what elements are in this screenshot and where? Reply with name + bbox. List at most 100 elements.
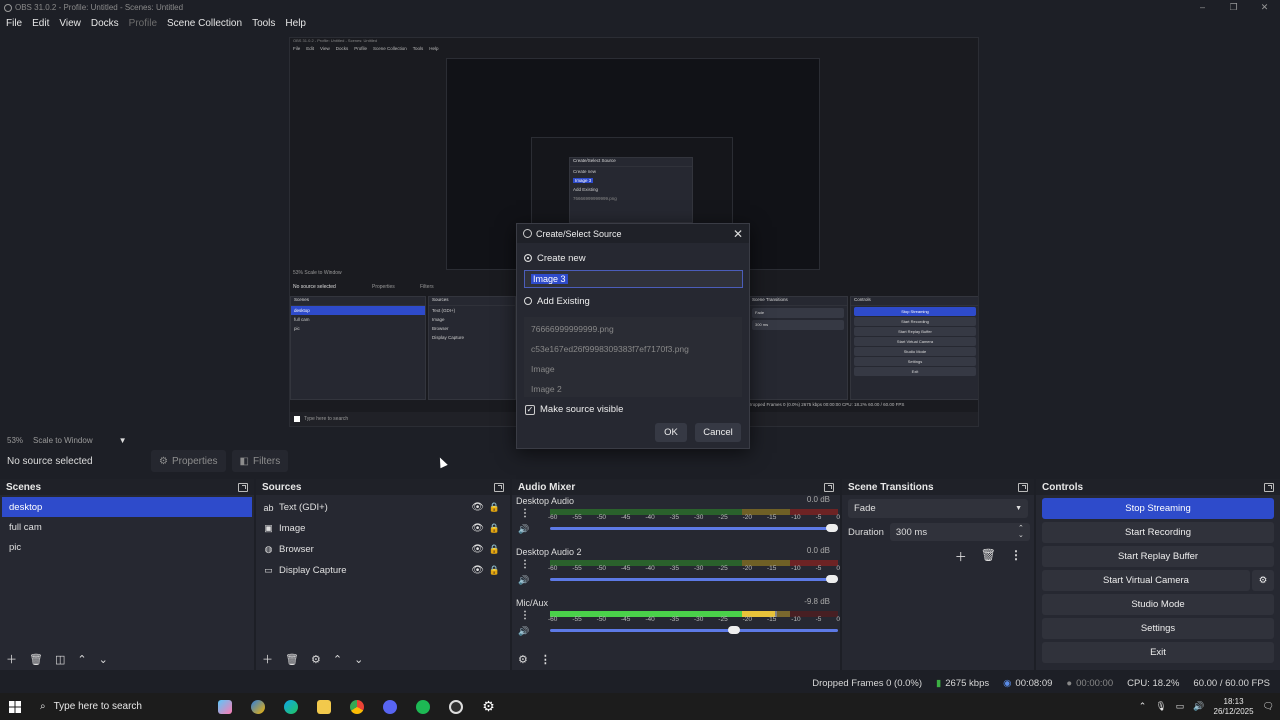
- studio-mode-button[interactable]: Studio Mode: [1042, 594, 1274, 615]
- make-visible-option[interactable]: ✓ Make source visible: [525, 404, 749, 415]
- taskbar-search[interactable]: ⌕ Type here to search: [30, 693, 208, 720]
- filters-button[interactable]: ◧ Filters: [231, 450, 289, 472]
- lock-icon[interactable]: 🔒: [489, 544, 500, 555]
- edge-icon[interactable]: [274, 693, 307, 720]
- spotify-icon[interactable]: [406, 693, 439, 720]
- volume-knob[interactable]: [728, 626, 741, 634]
- volume-slider[interactable]: [550, 575, 838, 583]
- transition-select[interactable]: Fade ▼: [848, 499, 1028, 518]
- cancel-button[interactable]: Cancel: [695, 423, 741, 442]
- stop-streaming-button[interactable]: Stop Streaming: [1042, 498, 1274, 519]
- properties-button[interactable]: ⚙ Properties: [151, 450, 226, 472]
- volume-slider[interactable]: [550, 524, 838, 532]
- ok-button[interactable]: OK: [655, 423, 687, 442]
- source-item[interactable]: ▭ Display Capture 👁 🔒: [256, 560, 510, 581]
- windows-start-icon[interactable]: [0, 693, 30, 720]
- lock-icon[interactable]: 🔒: [489, 565, 500, 576]
- menu-tools[interactable]: Tools: [252, 18, 275, 29]
- mixer-menu-icon[interactable]: ⋮: [540, 653, 551, 666]
- minimize-button[interactable]: –: [1187, 0, 1218, 14]
- scene-filters-icon[interactable]: ◫: [55, 653, 65, 666]
- move-up-icon[interactable]: ⌃: [77, 653, 86, 666]
- undock-icon[interactable]: [1264, 482, 1274, 492]
- channel-menu-icon[interactable]: ⋮: [520, 559, 530, 570]
- speaker-icon[interactable]: 🔊: [518, 524, 529, 535]
- file-explorer-icon[interactable]: [307, 693, 340, 720]
- close-window-button[interactable]: ✕: [1249, 0, 1280, 14]
- notification-icon[interactable]: 🗨: [1263, 701, 1274, 712]
- menu-profile[interactable]: Profile: [129, 18, 157, 29]
- remove-source-icon[interactable]: 🗑: [285, 653, 299, 666]
- undock-icon[interactable]: [824, 482, 834, 492]
- source-name-input[interactable]: Image 3: [524, 270, 743, 288]
- advanced-audio-icon[interactable]: ⚙: [518, 653, 528, 666]
- source-item[interactable]: ◍ Browser 👁 🔒: [256, 539, 510, 560]
- menu-view[interactable]: View: [59, 18, 81, 29]
- undock-icon[interactable]: [494, 482, 504, 492]
- source-properties-icon[interactable]: ⚙: [311, 653, 321, 666]
- scene-item-desktop[interactable]: desktop: [2, 497, 252, 517]
- existing-source-item[interactable]: Image 2: [524, 379, 742, 399]
- microphone-icon[interactable]: 🎙: [1155, 701, 1166, 712]
- scale-dropdown-icon[interactable]: ▼: [119, 436, 127, 445]
- copilot-icon[interactable]: [241, 693, 274, 720]
- widgets-icon[interactable]: [208, 693, 241, 720]
- move-down-icon[interactable]: ⌄: [99, 653, 108, 666]
- existing-source-item[interactable]: 76666999999999.png: [524, 319, 742, 339]
- existing-source-item[interactable]: c53e167ed26f9998309383f7ef7170f3.png: [524, 339, 742, 359]
- menu-edit[interactable]: Edit: [32, 18, 49, 29]
- add-existing-option[interactable]: Add Existing: [517, 291, 749, 311]
- maximize-button[interactable]: ❐: [1218, 0, 1249, 14]
- radio-create-new[interactable]: [524, 254, 532, 262]
- start-recording-button[interactable]: Start Recording: [1042, 522, 1274, 543]
- volume-knob[interactable]: [826, 524, 838, 532]
- add-scene-icon[interactable]: ＋: [6, 651, 17, 667]
- existing-source-item[interactable]: Image: [524, 359, 742, 379]
- undock-icon[interactable]: [238, 482, 248, 492]
- eye-icon[interactable]: 👁: [471, 502, 484, 513]
- move-down-icon[interactable]: ⌄: [354, 653, 363, 666]
- channel-menu-icon[interactable]: ⋮: [520, 610, 530, 621]
- radio-add-existing[interactable]: [524, 297, 532, 305]
- spin-icon[interactable]: ⌃ ⌄: [1018, 525, 1024, 539]
- create-new-option[interactable]: Create new: [517, 248, 749, 268]
- duration-input[interactable]: 300 ms ⌃ ⌄: [889, 523, 1030, 541]
- network-icon[interactable]: ▭: [1176, 701, 1185, 712]
- obs-taskbar-icon[interactable]: [439, 693, 472, 720]
- source-item[interactable]: ▣ Image 👁 🔒: [256, 518, 510, 539]
- clock[interactable]: 18:13 26/12/2025: [1214, 697, 1254, 717]
- move-up-icon[interactable]: ⌃: [333, 653, 342, 666]
- channel-menu-icon[interactable]: ⋮: [520, 508, 530, 519]
- eye-icon[interactable]: 👁: [471, 544, 484, 555]
- add-source-icon[interactable]: ＋: [262, 651, 273, 667]
- close-icon[interactable]: ✕: [733, 227, 743, 241]
- volume-slider[interactable]: [550, 626, 838, 634]
- menu-scene-collection[interactable]: Scene Collection: [167, 18, 242, 29]
- discord-icon[interactable]: [373, 693, 406, 720]
- virtual-camera-settings-icon[interactable]: ⚙: [1252, 570, 1274, 591]
- volume-icon[interactable]: 🔊: [1193, 701, 1204, 712]
- remove-transition-icon[interactable]: 🗑: [981, 548, 996, 565]
- menu-docks[interactable]: Docks: [91, 18, 119, 29]
- chrome-icon[interactable]: [340, 693, 373, 720]
- lock-icon[interactable]: 🔒: [489, 502, 500, 513]
- undock-icon[interactable]: [1018, 482, 1028, 492]
- start-replay-buffer-button[interactable]: Start Replay Buffer: [1042, 546, 1274, 567]
- start-virtual-camera-button[interactable]: Start Virtual Camera: [1042, 570, 1250, 591]
- speaker-icon[interactable]: 🔊: [518, 575, 529, 586]
- add-transition-icon[interactable]: ＋: [955, 548, 967, 565]
- settings-button[interactable]: Settings: [1042, 618, 1274, 639]
- volume-knob[interactable]: [826, 575, 838, 583]
- exit-button[interactable]: Exit: [1042, 642, 1274, 663]
- checkbox-checked-icon[interactable]: ✓: [525, 404, 535, 415]
- scene-item-pic[interactable]: pic: [2, 537, 252, 557]
- remove-scene-icon[interactable]: 🗑: [29, 653, 43, 666]
- lock-icon[interactable]: 🔒: [489, 523, 500, 534]
- eye-icon[interactable]: 👁: [471, 523, 484, 534]
- scene-item-full-cam[interactable]: full cam: [2, 517, 252, 537]
- menu-help[interactable]: Help: [285, 18, 306, 29]
- settings-gear-icon[interactable]: ⚙: [472, 693, 505, 720]
- transition-menu-icon[interactable]: ⋮: [1010, 548, 1022, 565]
- scale-mode[interactable]: Scale to Window: [33, 436, 93, 445]
- speaker-icon[interactable]: 🔊: [518, 626, 529, 637]
